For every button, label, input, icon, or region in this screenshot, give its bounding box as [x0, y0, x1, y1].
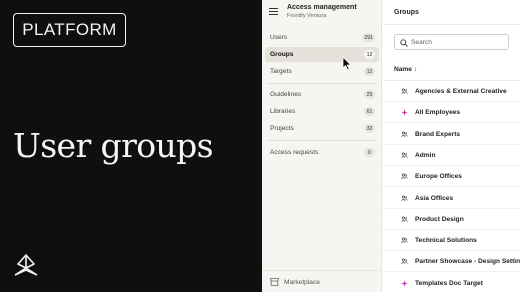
search-box[interactable]	[394, 34, 509, 50]
frontify-logo-icon	[14, 254, 38, 276]
sidebar-item-targets[interactable]: Targets 12	[265, 64, 379, 79]
sidebar-item-label: Projects	[270, 125, 294, 132]
headline: User groups	[13, 126, 214, 165]
mouse-cursor-icon	[342, 56, 352, 71]
sparkle-icon	[401, 279, 408, 287]
count-badge: 291	[362, 33, 375, 42]
table-row[interactable]: Technical Solutions	[383, 230, 520, 252]
group-name: Partner Showcase - Design Settings	[415, 258, 520, 266]
group-icon	[401, 237, 408, 243]
sidebar-header: Access management Frontify Ventura	[262, 0, 382, 24]
name-column-header[interactable]: Name ↕	[394, 66, 417, 73]
table-row[interactable]: Brand Experts	[383, 124, 520, 145]
table-row[interactable]: Asia Offices	[383, 188, 520, 209]
sidebar-item-users[interactable]: Users 291	[265, 30, 379, 45]
table-row[interactable]: Admin	[383, 145, 520, 166]
sort-icon: ↕	[413, 66, 417, 73]
sidebar-item-access-requests[interactable]: Access requests 0	[265, 145, 379, 160]
group-name: Technical Solutions	[415, 237, 477, 245]
sidebar: Access management Frontify Ventura Users…	[262, 0, 382, 292]
sidebar-item-label: Access requests	[270, 149, 319, 156]
store-icon	[270, 278, 279, 286]
group-name: Product Design	[415, 215, 464, 223]
count-badge: 12	[364, 50, 375, 59]
group-name: Agencies & External Creative	[415, 88, 507, 95]
group-name: Asia Offices	[415, 194, 454, 202]
group-icon	[401, 216, 408, 222]
table-row[interactable]: Product Design	[383, 209, 520, 230]
sidebar-item-label: Users	[270, 34, 288, 41]
platform-badge: PLATFORM	[13, 13, 126, 47]
promo-panel: PLATFORM User groups	[0, 0, 262, 292]
count-badge: 32	[364, 124, 375, 133]
header-divider	[383, 24, 520, 25]
workspace-name: Frontify Ventura	[287, 13, 327, 19]
table-row[interactable]: Europe Offices	[383, 166, 520, 188]
sidebar-item-label: Targets	[270, 68, 292, 75]
search-icon	[400, 38, 408, 47]
marketplace-link[interactable]: Marketplace	[262, 270, 382, 292]
sidebar-title: Access management	[287, 4, 357, 11]
group-icon	[401, 131, 408, 137]
sidebar-item-projects[interactable]: Projects 32	[265, 121, 379, 136]
count-badge: 12	[364, 67, 375, 76]
group-icon	[401, 88, 408, 94]
hamburger-menu-icon[interactable]	[269, 8, 278, 15]
group-name: Europe Offices	[415, 173, 462, 181]
sidebar-item-groups[interactable]: Groups 12	[265, 47, 379, 62]
sidebar-divider	[268, 83, 376, 84]
column-header-label: Name	[394, 66, 412, 73]
count-badge: 0	[364, 148, 375, 157]
group-name: Admin	[415, 151, 436, 159]
marketplace-label: Marketplace	[284, 279, 320, 286]
group-icon	[401, 195, 408, 201]
group-name: Brand Experts	[415, 130, 461, 138]
sidebar-item-libraries[interactable]: Libraries 61	[265, 104, 379, 119]
table-row[interactable]: Partner Showcase - Design Settings	[383, 251, 520, 273]
groups-panel: Groups Name ↕ Agencies & External Creati…	[383, 0, 520, 292]
sparkle-icon	[401, 109, 408, 116]
count-badge: 25	[364, 90, 375, 99]
table-row[interactable]: Templates Doc Target	[383, 273, 520, 292]
sidebar-item-label: Libraries	[270, 108, 296, 115]
sidebar-item-label: Groups	[270, 51, 294, 58]
table-row[interactable]: All Employees	[383, 102, 520, 124]
group-icon	[401, 173, 408, 180]
page-title: Groups	[394, 9, 419, 16]
group-icon	[401, 258, 408, 265]
search-input[interactable]	[411, 38, 506, 47]
count-badge: 61	[364, 107, 375, 116]
group-name: Templates Doc Target	[415, 279, 483, 287]
group-icon	[401, 152, 408, 158]
group-name: All Employees	[415, 109, 461, 117]
sidebar-divider	[268, 140, 376, 141]
sidebar-item-guidelines[interactable]: Guidelines 25	[265, 87, 379, 102]
sidebar-item-label: Guidelines	[270, 91, 302, 98]
app-window: Access management Frontify Ventura Users…	[262, 0, 520, 292]
table-row[interactable]: Agencies & External Creative	[383, 81, 520, 102]
